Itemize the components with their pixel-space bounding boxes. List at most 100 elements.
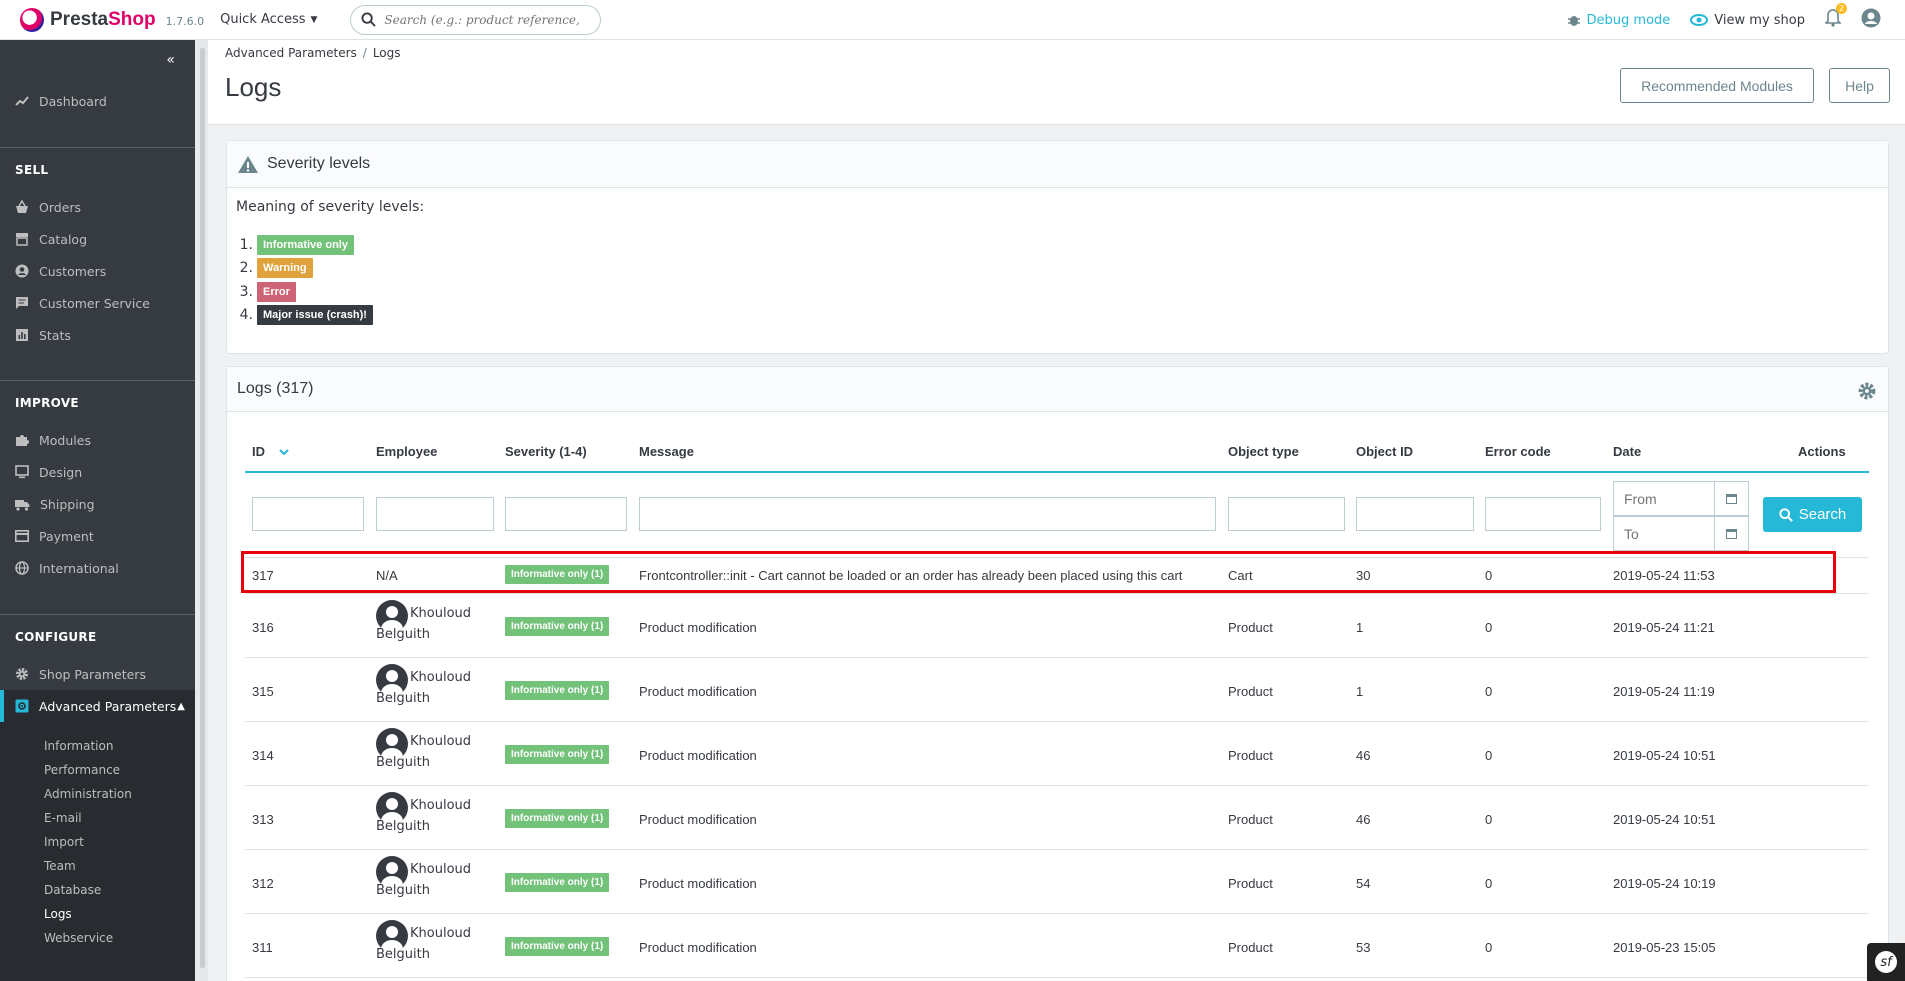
table-row[interactable]: 311 Khouloud Belguith Informative only (1) P… <box>245 914 1869 978</box>
notifications-button[interactable]: 2 <box>1824 3 1847 31</box>
sidebar-sub-team[interactable]: Team <box>0 854 195 878</box>
sort-desc-icon[interactable] <box>279 448 289 455</box>
column-date[interactable]: Date <box>1613 444 1641 459</box>
cell-error-code: 0 <box>1485 748 1493 763</box>
employee-first-name: Khouloud <box>410 862 472 877</box>
severity-badge-error: Error <box>257 281 296 302</box>
table-row[interactable]: 312 Khouloud Belguith Informative only (1) P… <box>245 850 1869 914</box>
recommended-modules-button[interactable]: Recommended Modules <box>1620 68 1814 103</box>
employee-last-name: Belguith <box>376 947 430 962</box>
sidebar-sub-information[interactable]: Information <box>0 734 195 758</box>
sidebar-sub-webservice[interactable]: Webservice <box>0 926 195 950</box>
sidebar-collapse-icon[interactable]: « <box>166 52 175 68</box>
sidebar-item-stats[interactable]: Stats <box>0 319 195 351</box>
cell-id: 313 <box>252 812 274 827</box>
column-message[interactable]: Message <box>639 444 694 459</box>
quick-access-dropdown[interactable]: Quick Access ▼ <box>220 12 317 27</box>
filter-id-input[interactable] <box>252 497 364 531</box>
sidebar-sub-import[interactable]: Import <box>0 830 195 854</box>
symfony-icon: sf <box>1875 951 1897 973</box>
sidebar-sub-logs[interactable]: Logs <box>0 902 195 926</box>
sidebar-item-shop-parameters[interactable]: Shop Parameters <box>0 658 195 690</box>
filter-severity-input[interactable] <box>505 497 627 531</box>
calendar-icon[interactable] <box>1714 517 1748 550</box>
debug-mode-link[interactable]: Debug mode <box>1567 13 1670 28</box>
cell-object-id: 53 <box>1356 940 1371 955</box>
date-from-input[interactable] <box>1614 490 1714 507</box>
header-search-input[interactable] <box>384 12 585 27</box>
chevron-up-icon: ▲ <box>177 700 185 712</box>
column-severity[interactable]: Severity (1-4) <box>505 444 587 459</box>
filter-date-from[interactable] <box>1613 481 1749 516</box>
search-button[interactable]: Search <box>1763 497 1862 532</box>
section-sell: SELL <box>15 163 49 177</box>
severity-list: 1. Informative only 2. Warning 3. Error 4. M… <box>221 233 373 327</box>
column-error-code[interactable]: Error code <box>1485 444 1551 459</box>
severity-badge: Informative only (1) <box>505 617 610 636</box>
column-object-type[interactable]: Object type <box>1228 444 1299 459</box>
sidebar-item-shipping[interactable]: Shipping <box>0 488 195 520</box>
sidebar-item-customers[interactable]: Customers <box>0 255 195 287</box>
table-row[interactable]: 316 Khouloud Belguith Informative only (1) P… <box>245 594 1869 658</box>
symfony-toolbar-toggle[interactable]: sf <box>1867 943 1905 981</box>
sidebar-item-orders[interactable]: Orders <box>0 191 195 223</box>
sidebar-item-international[interactable]: International <box>0 552 195 584</box>
view-shop-link[interactable]: View my shop <box>1690 13 1805 28</box>
filter-date-to[interactable] <box>1613 516 1749 551</box>
cell-date: 2019-05-24 10:51 <box>1613 812 1716 827</box>
employee-last-name: Belguith <box>376 819 430 834</box>
filter-message-input[interactable] <box>639 497 1216 531</box>
logs-panel-title: Logs (317) <box>237 380 314 397</box>
table-row[interactable]: 315 Khouloud Belguith Informative only (1) P… <box>245 658 1869 722</box>
table-row[interactable]: 314 Khouloud Belguith Informative only (1) P… <box>245 722 1869 786</box>
cell-id: 312 <box>252 876 274 891</box>
sidebar-item-catalog[interactable]: Catalog <box>0 223 195 255</box>
cell-object-type: Product <box>1228 748 1273 763</box>
filter-employee-input[interactable] <box>376 497 494 531</box>
prestashop-logo[interactable]: PrestaShop <box>20 7 156 32</box>
cell-object-id: 46 <box>1356 748 1371 763</box>
filter-object-id-input[interactable] <box>1356 497 1474 531</box>
scrollbar-thumb[interactable] <box>200 48 205 968</box>
date-to-input[interactable] <box>1614 525 1714 542</box>
column-id[interactable]: ID <box>252 444 289 459</box>
sidebar-divider <box>0 614 195 615</box>
sidebar-sub-database[interactable]: Database <box>0 878 195 902</box>
sidebar-item-design[interactable]: Design <box>0 456 195 488</box>
sidebar-sub-administration[interactable]: Administration <box>0 782 195 806</box>
sidebar-sub-email[interactable]: E-mail <box>0 806 195 830</box>
severity-badge: Informative only (1) <box>505 745 610 764</box>
sidebar-item-label: Advanced Parameters <box>39 698 177 714</box>
severity-badge: Informative only (1) <box>505 681 610 700</box>
cell-employee: Khouloud Belguith <box>376 856 472 898</box>
sidebar-item-advanced-parameters[interactable]: Advanced Parameters ▲ <box>0 690 195 722</box>
sidebar-item-customer-service[interactable]: Customer Service <box>0 287 195 319</box>
sidebar-item-payment[interactable]: Payment <box>0 520 195 552</box>
search-icon <box>361 12 377 27</box>
table-row[interactable]: 313 Khouloud Belguith Informative only (1) P… <box>245 786 1869 850</box>
cell-date: 2019-05-24 11:21 <box>1613 620 1715 635</box>
sidebar-item-modules[interactable]: Modules <box>0 424 195 456</box>
column-object-id[interactable]: Object ID <box>1356 444 1413 459</box>
settings-gear-icon[interactable] <box>1858 382 1876 404</box>
highlight-box <box>241 551 1836 593</box>
severity-panel-title: Severity levels <box>267 155 371 172</box>
calendar-icon[interactable] <box>1714 482 1748 515</box>
filter-object-type-input[interactable] <box>1228 497 1345 531</box>
account-circle-icon <box>15 264 29 278</box>
sidebar-item-label: Customer Service <box>39 295 150 311</box>
column-employee[interactable]: Employee <box>376 444 437 459</box>
cell-date: 2019-05-24 10:19 <box>1613 876 1716 891</box>
help-button[interactable]: Help <box>1829 68 1890 103</box>
severity-badge-major: Major issue (crash)! <box>257 305 373 326</box>
cell-error-code: 0 <box>1485 620 1493 635</box>
severity-panel-header: Severity levels <box>227 141 1888 188</box>
filter-error-code-input[interactable] <box>1485 497 1601 531</box>
sidebar-sub-performance[interactable]: Performance <box>0 758 195 782</box>
account-button[interactable] <box>1861 8 1881 32</box>
sidebar-item-dashboard[interactable]: Dashboard <box>0 85 195 117</box>
breadcrumb-parent[interactable]: Advanced Parameters <box>225 46 357 60</box>
filter-row: Search <box>245 473 1869 558</box>
header-search[interactable] <box>350 4 602 35</box>
cell-message: Product modification <box>639 748 757 763</box>
